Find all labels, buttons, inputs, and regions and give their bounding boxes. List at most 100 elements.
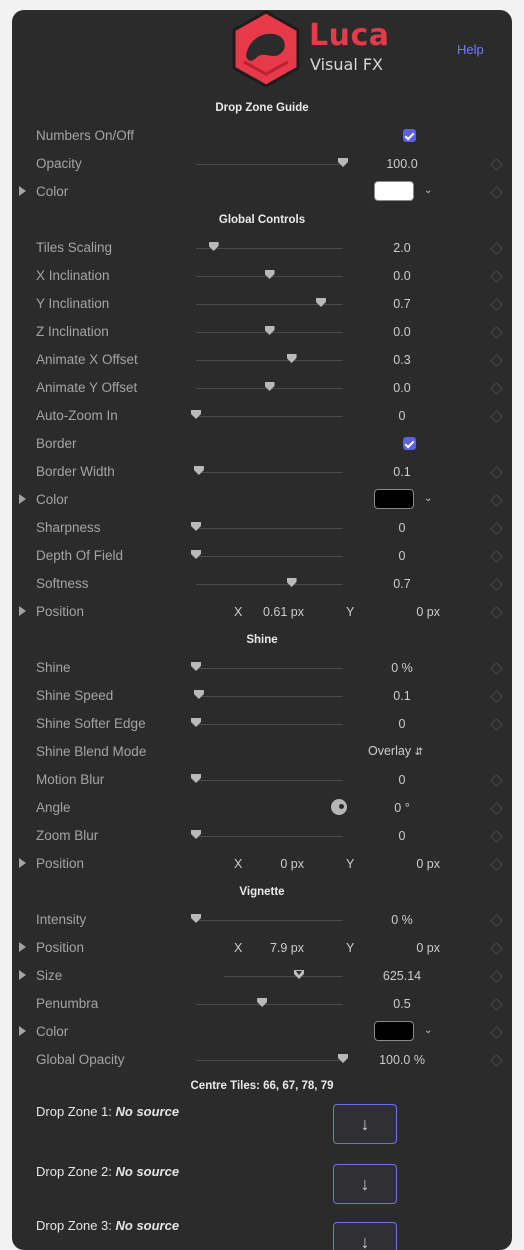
chevron-down-icon[interactable]: ⌄	[424, 1025, 432, 1036]
animate-x-value[interactable]: 0.3	[372, 353, 432, 367]
softness-value[interactable]: 0.7	[372, 577, 432, 591]
keyframe-icon[interactable]	[490, 662, 503, 675]
keyframe-icon[interactable]	[490, 858, 503, 871]
motion-blur-slider[interactable]	[191, 774, 343, 783]
keyframe-icon[interactable]	[490, 1026, 503, 1039]
border-width-value[interactable]: 0.1	[372, 465, 432, 479]
position-x-value[interactable]: 0 px	[244, 857, 304, 871]
size-slider[interactable]	[224, 970, 343, 979]
softness-slider[interactable]	[196, 578, 343, 587]
drop-zone-2-button[interactable]: ↓	[333, 1164, 397, 1204]
keyframe-icon[interactable]	[490, 718, 503, 731]
keyframe-icon[interactable]	[490, 494, 503, 507]
keyframe-icon[interactable]	[490, 298, 503, 311]
slider-thumb[interactable]	[264, 270, 275, 279]
border-color-swatch[interactable]	[374, 489, 414, 509]
angle-dial-icon[interactable]	[331, 799, 347, 815]
keyframe-icon[interactable]	[490, 970, 503, 983]
slider-thumb[interactable]	[208, 242, 219, 251]
x-inclination-value[interactable]: 0.0	[372, 269, 432, 283]
keyframe-icon[interactable]	[490, 326, 503, 339]
intensity-slider[interactable]	[191, 914, 343, 923]
shine-value[interactable]: 0 %	[372, 661, 432, 675]
shine-softer-edge-value[interactable]: 0	[372, 717, 432, 731]
keyframe-icon[interactable]	[490, 270, 503, 283]
keyframe-icon[interactable]	[490, 774, 503, 787]
border-checkbox[interactable]	[403, 437, 416, 450]
disclosure-triangle-icon[interactable]	[19, 970, 26, 980]
shine-speed-slider[interactable]	[193, 690, 343, 699]
disclosure-triangle-icon[interactable]	[19, 494, 26, 504]
position-y-value[interactable]: 0 px	[380, 605, 440, 619]
keyframe-icon[interactable]	[490, 830, 503, 843]
global-opacity-value[interactable]: 100.0 %	[372, 1053, 432, 1067]
chevron-down-icon[interactable]: ⌄	[424, 185, 432, 196]
keyframe-icon[interactable]	[490, 802, 503, 815]
slider-thumb[interactable]	[293, 970, 304, 979]
z-inclination-slider[interactable]	[196, 326, 343, 335]
disclosure-triangle-icon[interactable]	[19, 858, 26, 868]
keyframe-icon[interactable]	[490, 382, 503, 395]
penumbra-slider[interactable]	[196, 998, 343, 1007]
zoom-blur-value[interactable]: 0	[372, 829, 432, 843]
position-x-value[interactable]: 0.61 px	[244, 605, 304, 619]
x-inclination-slider[interactable]	[196, 270, 343, 279]
keyframe-icon[interactable]	[490, 998, 503, 1011]
y-inclination-slider[interactable]	[196, 298, 343, 307]
tiles-scaling-value[interactable]: 2.0	[372, 241, 432, 255]
disclosure-triangle-icon[interactable]	[19, 606, 26, 616]
opacity-slider[interactable]	[196, 158, 348, 167]
shine-speed-value[interactable]: 0.1	[372, 689, 432, 703]
border-width-slider[interactable]	[193, 466, 343, 475]
animate-x-slider[interactable]	[196, 354, 343, 363]
slider-thumb[interactable]	[264, 382, 275, 391]
auto-zoom-slider[interactable]	[191, 410, 343, 419]
global-opacity-slider[interactable]	[196, 1054, 348, 1063]
dof-slider[interactable]	[191, 550, 343, 559]
slider-thumb[interactable]	[338, 1054, 348, 1063]
dof-value[interactable]: 0	[372, 549, 432, 563]
shine-blend-mode-select[interactable]: Overlay ⇵	[368, 744, 423, 758]
slider-thumb[interactable]	[191, 774, 201, 783]
drop-zone-3-button[interactable]: ↓	[333, 1222, 397, 1250]
chevron-down-icon[interactable]: ⌄	[424, 493, 432, 504]
drop-zone-1-button[interactable]: ↓	[333, 1104, 397, 1144]
disclosure-triangle-icon[interactable]	[19, 942, 26, 952]
disclosure-triangle-icon[interactable]	[19, 186, 26, 196]
keyframe-icon[interactable]	[490, 942, 503, 955]
keyframe-icon[interactable]	[490, 466, 503, 479]
vignette-color-swatch[interactable]	[374, 1021, 414, 1041]
keyframe-icon[interactable]	[490, 1054, 503, 1067]
angle-value[interactable]: 0 °	[372, 801, 432, 815]
slider-thumb[interactable]	[191, 914, 201, 923]
help-link[interactable]: Help	[457, 42, 484, 57]
shine-softer-edge-slider[interactable]	[191, 718, 343, 727]
opacity-value[interactable]: 100.0	[372, 157, 432, 171]
tiles-scaling-slider[interactable]	[196, 242, 343, 251]
keyframe-icon[interactable]	[490, 550, 503, 563]
sharpness-value[interactable]: 0	[372, 521, 432, 535]
keyframe-icon[interactable]	[490, 690, 503, 703]
guide-color-swatch[interactable]	[374, 181, 414, 201]
keyframe-icon[interactable]	[490, 242, 503, 255]
keyframe-icon[interactable]	[490, 606, 503, 619]
sharpness-slider[interactable]	[191, 522, 343, 531]
keyframe-icon[interactable]	[490, 186, 503, 199]
slider-thumb[interactable]	[257, 998, 268, 1007]
keyframe-icon[interactable]	[490, 578, 503, 591]
zoom-blur-slider[interactable]	[191, 830, 343, 839]
slider-thumb[interactable]	[193, 690, 204, 699]
motion-blur-value[interactable]: 0	[372, 773, 432, 787]
size-value[interactable]: 625.14	[372, 969, 432, 983]
animate-y-slider[interactable]	[196, 382, 343, 391]
animate-y-value[interactable]: 0.0	[372, 381, 432, 395]
penumbra-value[interactable]: 0.5	[372, 997, 432, 1011]
keyframe-icon[interactable]	[490, 914, 503, 927]
keyframe-icon[interactable]	[490, 410, 503, 423]
position-y-value[interactable]: 0 px	[380, 857, 440, 871]
slider-thumb[interactable]	[286, 354, 297, 363]
slider-thumb[interactable]	[264, 326, 275, 335]
slider-thumb[interactable]	[191, 410, 201, 419]
slider-thumb[interactable]	[338, 158, 348, 167]
position-y-value[interactable]: 0 px	[380, 941, 440, 955]
